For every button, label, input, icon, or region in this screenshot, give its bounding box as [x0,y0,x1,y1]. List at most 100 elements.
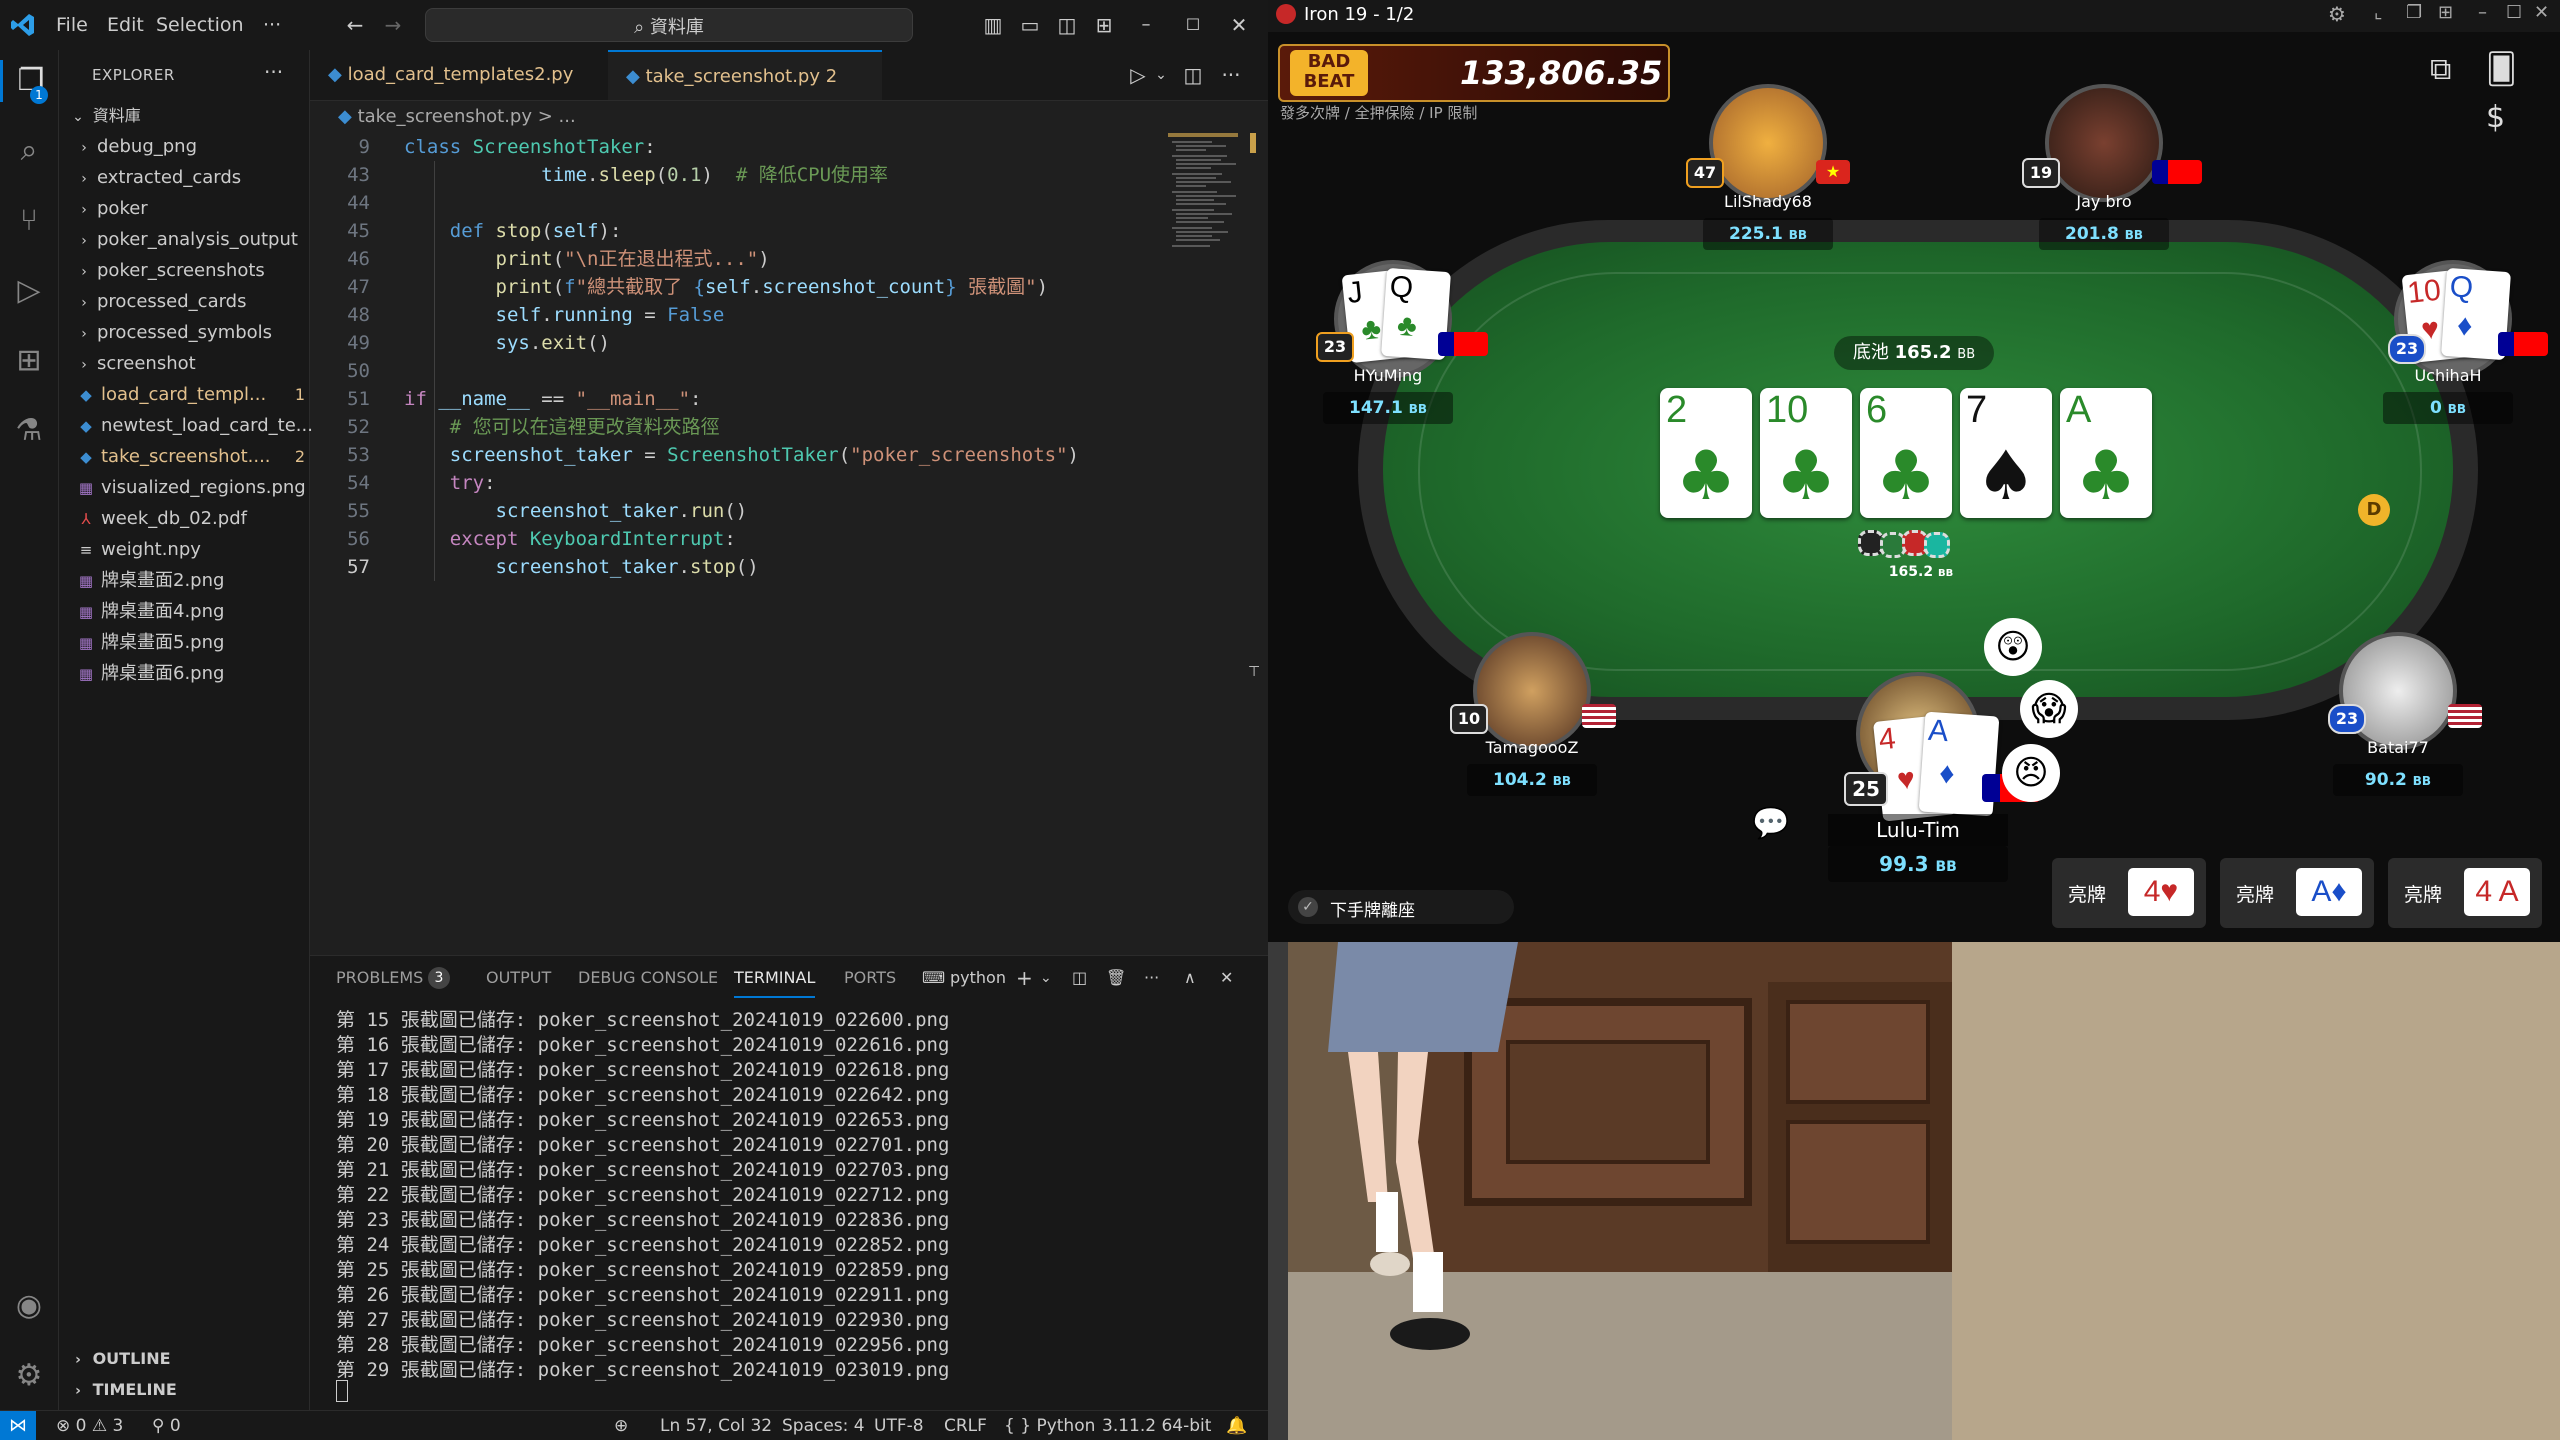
testing-icon[interactable]: ⚗ [8,410,50,452]
tree-folder[interactable]: › debug_png [75,131,325,162]
tree-file[interactable]: ▦ 牌桌畫面2.png [75,565,325,596]
explorer-more-icon[interactable]: ··· [264,60,283,84]
maximize-icon[interactable]: ☐ [2506,2,2522,23]
toggle-primary-sidebar-icon[interactable]: ▥ [980,12,1006,38]
customize-layout-icon[interactable]: ⊞ [1091,12,1117,38]
search-icon[interactable]: ⌕ [8,130,50,172]
restore-icon[interactable]: ❐ [2406,2,2422,23]
minimap[interactable] [1168,133,1258,293]
toggle-secondary-sidebar-icon[interactable]: ◫ [1054,12,1080,38]
pin-icon[interactable]: ⌞ [2374,2,2382,23]
tile-icon[interactable]: ⊞ [2438,2,2453,23]
extensions-icon[interactable]: ⊞ [8,340,50,382]
show-card-button-2[interactable]: 亮牌 A♦ [2220,858,2374,928]
seat-lilshady68[interactable]: 47 ★ LilShady68 225.1 BB [1678,84,1858,254]
tree-folder[interactable]: › screenshot [75,348,325,379]
breadcrumb[interactable]: ◆ take_screenshot.py > ... [310,101,1268,133]
status-indentation[interactable]: Spaces: 4 [782,1411,865,1440]
minimize-icon[interactable]: – [1133,12,1159,38]
seat-batai77[interactable]: 23 Batai77 90.2 BB [2298,632,2498,802]
close-window-icon[interactable]: ✕ [2534,2,2549,23]
seat-hyuming[interactable]: J ♣ Q ♣ 23 HYuMing 147.1 BB [1278,260,1488,430]
seat-jay-bro[interactable]: 19 Jay bro 201.8 BB [2014,84,2202,254]
split-editor-icon[interactable]: ◫ [1180,62,1206,88]
maximize-icon[interactable]: ☐ [1180,12,1206,38]
tree-file[interactable]: ▦ 牌桌畫面5.png [75,627,325,658]
account-icon[interactable]: ◉ [8,1285,50,1327]
terminal-dropdown-icon[interactable]: ⌄ [1040,956,1052,1000]
menu-edit[interactable]: Edit [107,0,144,50]
emote-scared-icon[interactable]: 😱 [2020,680,2078,738]
tree-folder[interactable]: › extracted_cards [75,162,325,193]
close-window-icon[interactable]: ✕ [1226,12,1252,38]
forward-arrow-icon[interactable]: → [380,12,406,38]
card-back-icon[interactable]: 🂠 [2486,52,2517,87]
terminal-profile-label[interactable]: python [950,956,1006,1000]
toggle-panel-icon[interactable]: ▭ [1017,12,1043,38]
command-center-search[interactable]: ⌕ 資料庫 [425,8,913,42]
tree-folder[interactable]: › processed_symbols [75,317,325,348]
tree-folder[interactable]: › processed_cards [75,286,325,317]
seat-tamagoooz[interactable]: 10 TamagoooZ 104.2 BB [1432,632,1632,802]
panel-tab-debug-console[interactable]: DEBUG CONSOLE [578,956,718,1000]
bad-beat-jackpot-banner[interactable]: BAD BEAT 133,806.35 [1278,44,1670,102]
minimize-icon[interactable]: – [2478,2,2487,23]
menu-more[interactable]: ··· [263,0,281,50]
outline-section[interactable]: › OUTLINE [69,1343,319,1374]
status-ports[interactable]: ⚲ 0 [152,1411,181,1440]
tree-file[interactable]: ◆ newtest_load_card_te... [75,410,325,441]
tree-folder[interactable]: › poker [75,193,325,224]
status-encoding[interactable]: UTF-8 [874,1411,924,1440]
table-switch-icon[interactable]: ⧉ [2430,52,2451,87]
back-arrow-icon[interactable]: ← [342,12,368,38]
workspace-folder[interactable]: ⌄ 資料庫 [69,100,319,131]
tree-folder[interactable]: › poker_analysis_output [75,224,325,255]
tree-file[interactable]: ▦ 牌桌畫面4.png [75,596,325,627]
close-panel-icon[interactable]: ✕ [1220,956,1233,1000]
seat-lulu-tim-hero[interactable]: 4 ♥ A ♦ 25 Lulu-Tim 99.3 BB [1808,672,2040,882]
tree-file[interactable]: ◆ take_screenshot.... 2 [75,441,325,472]
tab-take-screenshot[interactable]: ◆ take_screenshot.py 2 ✕ [608,50,882,137]
status-cursor-position[interactable]: Ln 57, Col 32 [660,1411,772,1440]
show-card-button-1[interactable]: 亮牌 4♥ [2052,858,2206,928]
kill-terminal-icon[interactable]: 🗑 [1106,956,1126,1000]
run-debug-icon[interactable]: ▷ [8,270,50,312]
cashier-icon[interactable]: $ [2486,100,2505,135]
show-card-button-both[interactable]: 亮牌 4 A [2388,858,2542,928]
sit-out-next-hand[interactable]: ✓ 下手牌離座 [1288,890,1514,924]
split-terminal-icon[interactable]: ◫ [1072,956,1087,1000]
chat-bubble-icon[interactable]: 💬 [1752,806,1792,841]
tab-load-card-templates2[interactable]: ◆ load_card_templates2.py 1 ● [310,50,608,135]
terminal-output[interactable]: 第 15 張截圖已儲存: poker_screenshot_20241019_0… [336,1008,1256,1383]
status-language[interactable]: { } Python [1004,1411,1095,1440]
zoom-icon[interactable]: ⊕ [614,1411,628,1440]
panel-more-icon[interactable]: ··· [1144,956,1159,1000]
status-eol[interactable]: CRLF [944,1411,987,1440]
panel-tab-ports[interactable]: PORTS [844,956,896,1000]
tree-file[interactable]: ▦ visualized_regions.png [75,472,325,503]
remote-icon[interactable]: ⋈ [0,1411,36,1440]
status-interpreter[interactable]: 3.11.2 64-bit [1102,1411,1211,1440]
panel-tab-output[interactable]: OUTPUT [486,956,551,1000]
menu-selection[interactable]: Selection [156,0,244,50]
notifications-bell-icon[interactable]: 🔔 [1226,1411,1247,1440]
seat-uchihah[interactable]: 10 ♥ Q ♦ 23 UchihaH 0 BB [2338,260,2548,430]
emote-angry-icon[interactable]: 😠 [2002,744,2060,802]
tree-file[interactable]: ◆ load_card_templ... 1 [75,379,325,410]
tree-file[interactable]: ▦ 牌桌畫面6.png [75,658,325,689]
panel-tab-problems[interactable]: PROBLEMS [336,956,423,1000]
settings-gear-icon[interactable]: ⚙ [8,1355,50,1397]
panel-tab-terminal[interactable]: TERMINAL [734,956,816,998]
run-dropdown-icon[interactable]: ⌄ [1148,62,1174,88]
status-problems[interactable]: ⊗ 0 ⚠ 3 [56,1411,123,1440]
tree-folder[interactable]: › poker_screenshots [75,255,325,286]
tree-file[interactable]: ≡ weight.npy [75,534,325,565]
tree-file[interactable]: ⅄ week_db_02.pdf [75,503,325,534]
code-editor[interactable]: 9 class ScreenshotTaker: 43 time.sleep(0.1… [310,133,1170,953]
emote-surprised-icon[interactable]: 😲 [1984,618,2042,676]
new-terminal-icon[interactable]: + [1016,956,1033,1000]
settings-gear-icon[interactable]: ⚙ [2328,2,2346,26]
menu-file[interactable]: File [56,0,88,50]
editor-more-icon[interactable]: ··· [1218,62,1244,88]
source-control-icon[interactable]: ⑂ [8,200,50,242]
